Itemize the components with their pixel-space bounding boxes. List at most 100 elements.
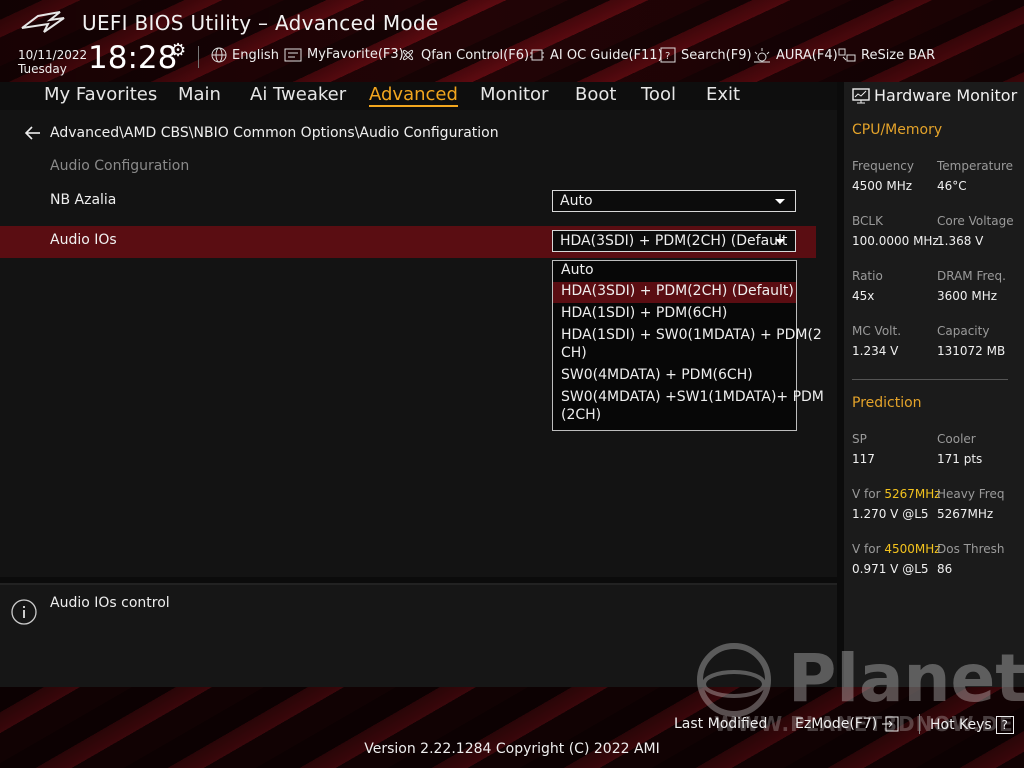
sp-value: 117 <box>852 452 875 466</box>
frequency-label: Frequency <box>852 159 914 173</box>
capacity-label: Capacity <box>937 324 990 338</box>
fan-icon <box>402 49 414 61</box>
option-sw0-sw1-pdm2ch-cont[interactable]: (2CH) <box>553 406 796 424</box>
aura-button[interactable]: AURA(F4) <box>753 47 838 63</box>
hardware-monitor-title: Hardware Monitor <box>852 86 1017 105</box>
v-for-value-2: 0.971 V @L5 <box>852 562 929 576</box>
mc-volt-value: 1.234 V <box>852 344 899 358</box>
option-hda1sdi-sw0-pdm2ch-cont[interactable]: CH) <box>553 344 796 362</box>
planet-watermark-icon <box>697 643 771 717</box>
sp-label: SP <box>852 432 867 446</box>
tab-my-favorites[interactable]: My Favorites <box>44 84 157 105</box>
tab-exit[interactable]: Exit <box>706 84 740 105</box>
heavy-freq-label: Heavy Freq <box>937 487 1005 501</box>
info-icon <box>11 599 37 625</box>
back-arrow-icon[interactable] <box>24 124 42 142</box>
prediction-heading: Prediction <box>852 395 922 411</box>
resize-bar-label: ReSize BAR <box>861 47 936 63</box>
ratio-value: 45x <box>852 289 875 303</box>
aura-label: AURA(F4) <box>776 47 838 63</box>
qfan-button[interactable]: Qfan Control(F6) <box>400 47 529 63</box>
ai-oc-guide-label: AI OC Guide(F11) <box>550 47 663 63</box>
question-icon: ? <box>995 716 1014 734</box>
tab-monitor[interactable]: Monitor <box>480 84 548 105</box>
myfavorite-button[interactable]: MyFavorite(F3) <box>284 47 404 62</box>
v-for-freq-1: 5267MHz <box>884 487 941 501</box>
divider <box>852 379 1008 380</box>
app-title: UEFI BIOS Utility – Advanced Mode <box>82 11 439 35</box>
globe-icon <box>211 47 227 63</box>
date-display: 10/11/2022 Tuesday <box>18 48 87 76</box>
ratio-label: Ratio <box>852 269 883 283</box>
v-for-label-1: V for 5267MHz <box>852 487 941 501</box>
option-sw0-pdm6ch[interactable]: SW0(4MDATA) + PDM(6CH) <box>553 366 796 384</box>
clock-time: 18:28 <box>88 40 178 76</box>
temperature-value: 46°C <box>937 179 967 193</box>
v-for-value-1: 1.270 V @L5 <box>852 507 929 521</box>
cooler-label: Cooler <box>937 432 976 446</box>
weekday-text: Tuesday <box>18 62 67 76</box>
option-sw0-sw1-pdm2ch[interactable]: SW0(4MDATA) +SW1(1MDATA)+ PDM <box>553 388 824 406</box>
tab-tool[interactable]: Tool <box>641 84 676 105</box>
resize-bar-icon <box>838 48 856 62</box>
audio-ios-label: Audio IOs <box>50 232 117 248</box>
language-button[interactable]: English <box>211 47 279 63</box>
v-for-freq-2: 4500MHz <box>884 542 941 556</box>
ai-oc-guide-button[interactable]: AI OC Guide(F11) <box>529 47 663 63</box>
option-auto[interactable]: Auto <box>553 261 796 281</box>
favorite-icon <box>284 48 302 61</box>
section-title: Audio Configuration <box>50 158 190 174</box>
exit-arrow-icon <box>882 716 899 732</box>
last-modified-button[interactable]: Last Modified <box>674 716 767 732</box>
mc-volt-label: MC Volt. <box>852 324 902 338</box>
help-text: Audio IOs control <box>50 595 170 611</box>
tab-boot[interactable]: Boot <box>575 84 616 105</box>
gear-icon[interactable]: ⚙ <box>170 40 186 61</box>
ezmode-label: EzMode(F7) <box>795 716 878 732</box>
hot-keys-label: Hot Keys <box>930 717 992 733</box>
aura-light-icon <box>754 48 770 63</box>
myfavorite-label: MyFavorite(F3) <box>307 47 404 62</box>
frequency-value: 4500 MHz <box>852 179 913 193</box>
nb-azalia-value: Auto <box>560 193 593 209</box>
capacity-value: 131072 MB <box>937 344 1006 358</box>
audio-ios-select[interactable]: HDA(3SDI) + PDM(2CH) (Default <box>552 230 796 252</box>
temperature-label: Temperature <box>937 159 1014 173</box>
svg-text:?: ? <box>665 51 670 62</box>
audio-ios-value: HDA(3SDI) + PDM(2CH) (Default <box>560 233 788 249</box>
search-label: Search(F9) <box>681 47 752 63</box>
hot-keys-button[interactable]: Hot Keys ? <box>930 716 1014 734</box>
option-hda3sdi-pdm2ch[interactable]: HDA(3SDI) + PDM(2CH) (Default) <box>553 282 796 303</box>
tab-advanced[interactable]: Advanced <box>369 84 458 107</box>
option-hda1sdi-pdm6ch[interactable]: HDA(1SDI) + PDM(6CH) <box>553 304 796 324</box>
core-voltage-label: Core Voltage <box>937 214 1014 228</box>
nb-azalia-select[interactable]: Auto <box>552 190 796 212</box>
cpu-memory-heading: CPU/Memory <box>852 122 943 138</box>
nb-azalia-label: NB Azalia <box>50 192 117 208</box>
help-search-icon: ? <box>660 47 676 63</box>
search-button[interactable]: ? Search(F9) <box>660 47 752 63</box>
qfan-label: Qfan Control(F6) <box>421 47 530 63</box>
bclk-label: BCLK <box>852 214 883 228</box>
option-hda1sdi-sw0-pdm2ch[interactable]: HDA(1SDI) + SW0(1MDATA) + PDM(2 <box>553 326 822 344</box>
date-text: 10/11/2022 <box>18 48 88 62</box>
divider <box>919 714 920 734</box>
breadcrumb: Advanced\AMD CBS\NBIO Common Options\Aud… <box>50 125 499 141</box>
tab-ai-tweaker[interactable]: Ai Tweaker <box>250 84 346 105</box>
ezmode-button[interactable]: EzMode(F7) <box>795 716 899 732</box>
rog-logo-icon <box>21 11 65 33</box>
tab-main[interactable]: Main <box>178 84 221 105</box>
resize-bar-button[interactable]: ReSize BAR <box>838 47 935 63</box>
chevron-down-icon <box>775 199 785 204</box>
v-for-label-2: V for 4500MHz <box>852 542 941 556</box>
bclk-value: 100.0000 MHz <box>852 234 939 248</box>
hardware-monitor-label: Hardware Monitor <box>874 86 1018 105</box>
dram-freq-value: 3600 MHz <box>937 289 998 303</box>
chevron-down-icon <box>775 239 785 244</box>
dos-thresh-label: Dos Thresh <box>937 542 1005 556</box>
header-bar: UEFI BIOS Utility – Advanced Mode 10/11/… <box>0 0 1024 82</box>
version-text: Version 2.22.1284 Copyright (C) 2022 AMI <box>364 741 660 757</box>
core-voltage-value: 1.368 V <box>937 234 984 248</box>
divider <box>198 46 199 68</box>
v-for-text: V for <box>852 487 881 501</box>
